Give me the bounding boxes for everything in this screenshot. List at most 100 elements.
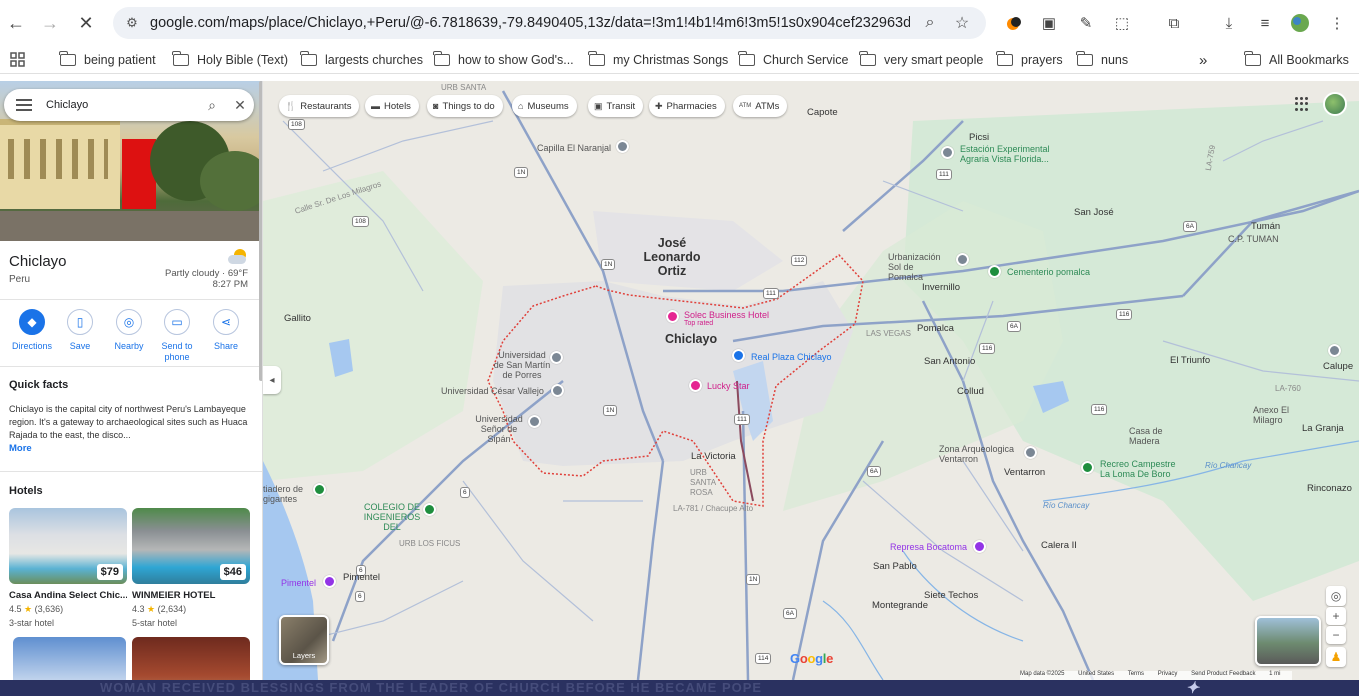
bookmark-folder[interactable]: nuns	[1076, 51, 1128, 69]
bookmark-folder[interactable]: very smart people	[859, 51, 983, 69]
map-label-siete-techos[interactable]: Siete Techos	[924, 591, 978, 601]
map-label-pimentel-beach[interactable]: Pimentel	[281, 578, 316, 588]
bookmark-star-icon[interactable]: ☆	[951, 12, 973, 34]
chip-museums[interactable]: ⌂ Museums	[512, 95, 577, 117]
univ-cesar-pin-icon[interactable]	[551, 384, 564, 397]
map-label-gigantes[interactable]: tiadero de gigantes	[263, 484, 311, 504]
map-label-top-rated[interactable]: Top rated	[684, 319, 713, 329]
profile-avatar[interactable]	[1289, 12, 1311, 34]
feedback-link[interactable]: Send Product Feedback	[1191, 671, 1255, 677]
map-label-univ-sipan[interactable]: Universidad Señor de Sipán	[474, 414, 524, 444]
map-label-anexo[interactable]: Anexo El Milagro	[1253, 405, 1295, 425]
nearby-button[interactable]: ◎ Nearby	[106, 309, 152, 352]
map-label-chacupe[interactable]: LA-781 / Chacupe Alto	[673, 504, 753, 514]
map-label-calera[interactable]: Calera II	[1041, 541, 1077, 551]
map-label-lucky-star[interactable]: Lucky Star	[707, 381, 750, 391]
map-label-cementerio[interactable]: Cementerio pomalca	[1007, 267, 1090, 277]
layers-button[interactable]: Layers	[279, 615, 329, 665]
chip-pharmacies[interactable]: ✚ Pharmacies	[649, 95, 725, 117]
map-label-la-granja[interactable]: La Granja	[1302, 424, 1344, 434]
map-label-cp-tuman[interactable]: C.P. TUMAN	[1228, 234, 1279, 244]
map-label-gallito[interactable]: Gallito	[284, 314, 311, 324]
map-label-jlo[interactable]: José Leonardo Ortiz	[629, 236, 715, 278]
media-queue-icon[interactable]: ≡	[1254, 12, 1276, 34]
map-label-calupe[interactable]: Calupe	[1323, 362, 1353, 372]
zona-arq-pin-icon[interactable]	[1024, 446, 1037, 459]
save-button[interactable]: ▯ Save	[57, 309, 103, 352]
region-link[interactable]: United States	[1078, 671, 1114, 677]
browser-menu-icon[interactable]: ⋮	[1326, 12, 1348, 34]
bookmark-folder[interactable]: Holy Bible (Text)	[172, 51, 288, 69]
collapse-panel-button[interactable]: ◂	[263, 366, 281, 394]
apps-grid-icon[interactable]	[10, 51, 26, 69]
map-label-las-vegas[interactable]: LAS VEGAS	[866, 329, 911, 339]
search-box[interactable]: Chiclayo ⌕ ✕	[4, 89, 254, 121]
hotel-card[interactable]	[13, 637, 131, 680]
represa-pin-icon[interactable]	[973, 540, 986, 553]
urbanizacion-pin-icon[interactable]	[956, 253, 969, 266]
map-label-la-victoria[interactable]: La Victoria	[691, 452, 736, 462]
univ-san-martin-pin-icon[interactable]	[550, 351, 563, 364]
map-label-city[interactable]: Chiclayo	[665, 332, 717, 346]
more-link[interactable]: More	[9, 443, 32, 454]
map-label-urb-santa[interactable]: URB SANTA	[441, 83, 486, 93]
bookmark-folder[interactable]: being patient	[59, 51, 156, 69]
download-icon[interactable]: ⤓	[1218, 12, 1240, 34]
map-label-urbanizacion[interactable]: Urbanización Sol de Pomalca	[888, 252, 948, 282]
map-label-san-jose[interactable]: San José	[1074, 208, 1114, 218]
chip-transit[interactable]: ▣ Transit	[588, 95, 644, 117]
extension-pen-icon[interactable]: ✎	[1075, 12, 1097, 34]
url-text[interactable]: google.com/maps/place/Chiclayo,+Peru/@-6…	[150, 15, 910, 31]
hotel-card[interactable]: $79 Casa Andina Select Chic... 4.5 ★ (3,…	[9, 508, 127, 628]
cementerio-pin-icon[interactable]	[988, 265, 1001, 278]
map-label-el-triunfo[interactable]: El Triunfo	[1170, 356, 1210, 366]
map-label-capote[interactable]: Capote	[807, 108, 838, 118]
map-label-picsi[interactable]: Picsi	[969, 133, 989, 143]
map-label-represa[interactable]: Represa Bocatoma	[890, 542, 967, 552]
tab-search-icon[interactable]: ⧉	[1163, 12, 1185, 34]
map-label-san-pablo[interactable]: San Pablo	[873, 562, 917, 572]
calupe-pin-icon[interactable]	[1328, 344, 1341, 357]
zoom-icon[interactable]: ⌕	[919, 12, 941, 34]
map-label-la-760[interactable]: LA-760	[1275, 384, 1301, 394]
hotel-pin-icon[interactable]	[666, 310, 679, 323]
google-apps-icon[interactable]	[1295, 97, 1309, 111]
terms-link[interactable]: Terms	[1128, 671, 1144, 677]
clear-search-icon[interactable]: ✕	[226, 97, 254, 114]
map-label-recreo[interactable]: Recreo Campestre La Loma De Boro	[1100, 459, 1180, 479]
map-label-invernillo[interactable]: Invernillo	[922, 283, 960, 293]
extension-camera-icon[interactable]: ▣	[1038, 12, 1060, 34]
map-label-real-plaza[interactable]: Real Plaza Chiclayo	[751, 352, 832, 362]
bookmarks-overflow-button[interactable]: »	[1199, 51, 1207, 69]
directions-button[interactable]: ◆ Directions	[9, 309, 55, 352]
extensions-puzzle-icon[interactable]: ⬚	[1111, 12, 1133, 34]
map-canvas[interactable]: 1N 1N 1N 1N 111 112 111 111 108 108 6A 6…	[263, 81, 1359, 680]
map-label-urb-ficus[interactable]: URB LOS FICUS	[399, 539, 460, 549]
map-label-casa-madera[interactable]: Casa de Madera	[1129, 426, 1169, 446]
menu-icon[interactable]	[16, 96, 32, 114]
forward-button[interactable]: →	[36, 9, 64, 37]
share-button[interactable]: ⋖ Share	[203, 309, 249, 352]
address-bar[interactable]: ⚙ google.com/maps/place/Chiclayo,+Peru/@…	[113, 7, 986, 39]
extension-color-icon[interactable]	[1003, 12, 1025, 34]
search-input[interactable]: Chiclayo	[46, 99, 198, 111]
map-label-univ-san-martin[interactable]: Universidad de San Martín de Porres	[492, 350, 552, 380]
stop-button[interactable]: ✕	[72, 9, 100, 37]
send-to-phone-button[interactable]: ▭ Send to phone	[154, 309, 200, 363]
site-settings-icon[interactable]: ⚙	[123, 14, 141, 32]
map-label-urb-santa-rosa[interactable]: URB SANTA ROSA	[690, 468, 730, 498]
map-label-capilla[interactable]: Capilla El Naranjal	[537, 143, 611, 153]
park-pin-icon[interactable]	[313, 483, 326, 496]
map-label-univ-cesar[interactable]: Universidad César Vallejo	[441, 386, 544, 396]
bookmark-folder[interactable]: Church Service	[738, 51, 848, 69]
estacion-pin-icon[interactable]	[941, 146, 954, 159]
chip-restaurants[interactable]: 🍴 Restaurants	[279, 95, 360, 117]
map-label-zona-arq[interactable]: Zona Arqueologica Ventarron	[939, 444, 1025, 464]
map-label-pimentel[interactable]: Pimentel	[343, 573, 380, 583]
recreo-pin-icon[interactable]	[1081, 461, 1094, 474]
back-button[interactable]: ←	[2, 9, 30, 37]
map-label-pomalca[interactable]: Pomalca	[917, 324, 954, 334]
colegio-pin-icon[interactable]	[423, 503, 436, 516]
map-label-san-antonio[interactable]: San Antonio	[924, 357, 975, 367]
map-label-montegrande[interactable]: Montegrande	[872, 601, 928, 611]
